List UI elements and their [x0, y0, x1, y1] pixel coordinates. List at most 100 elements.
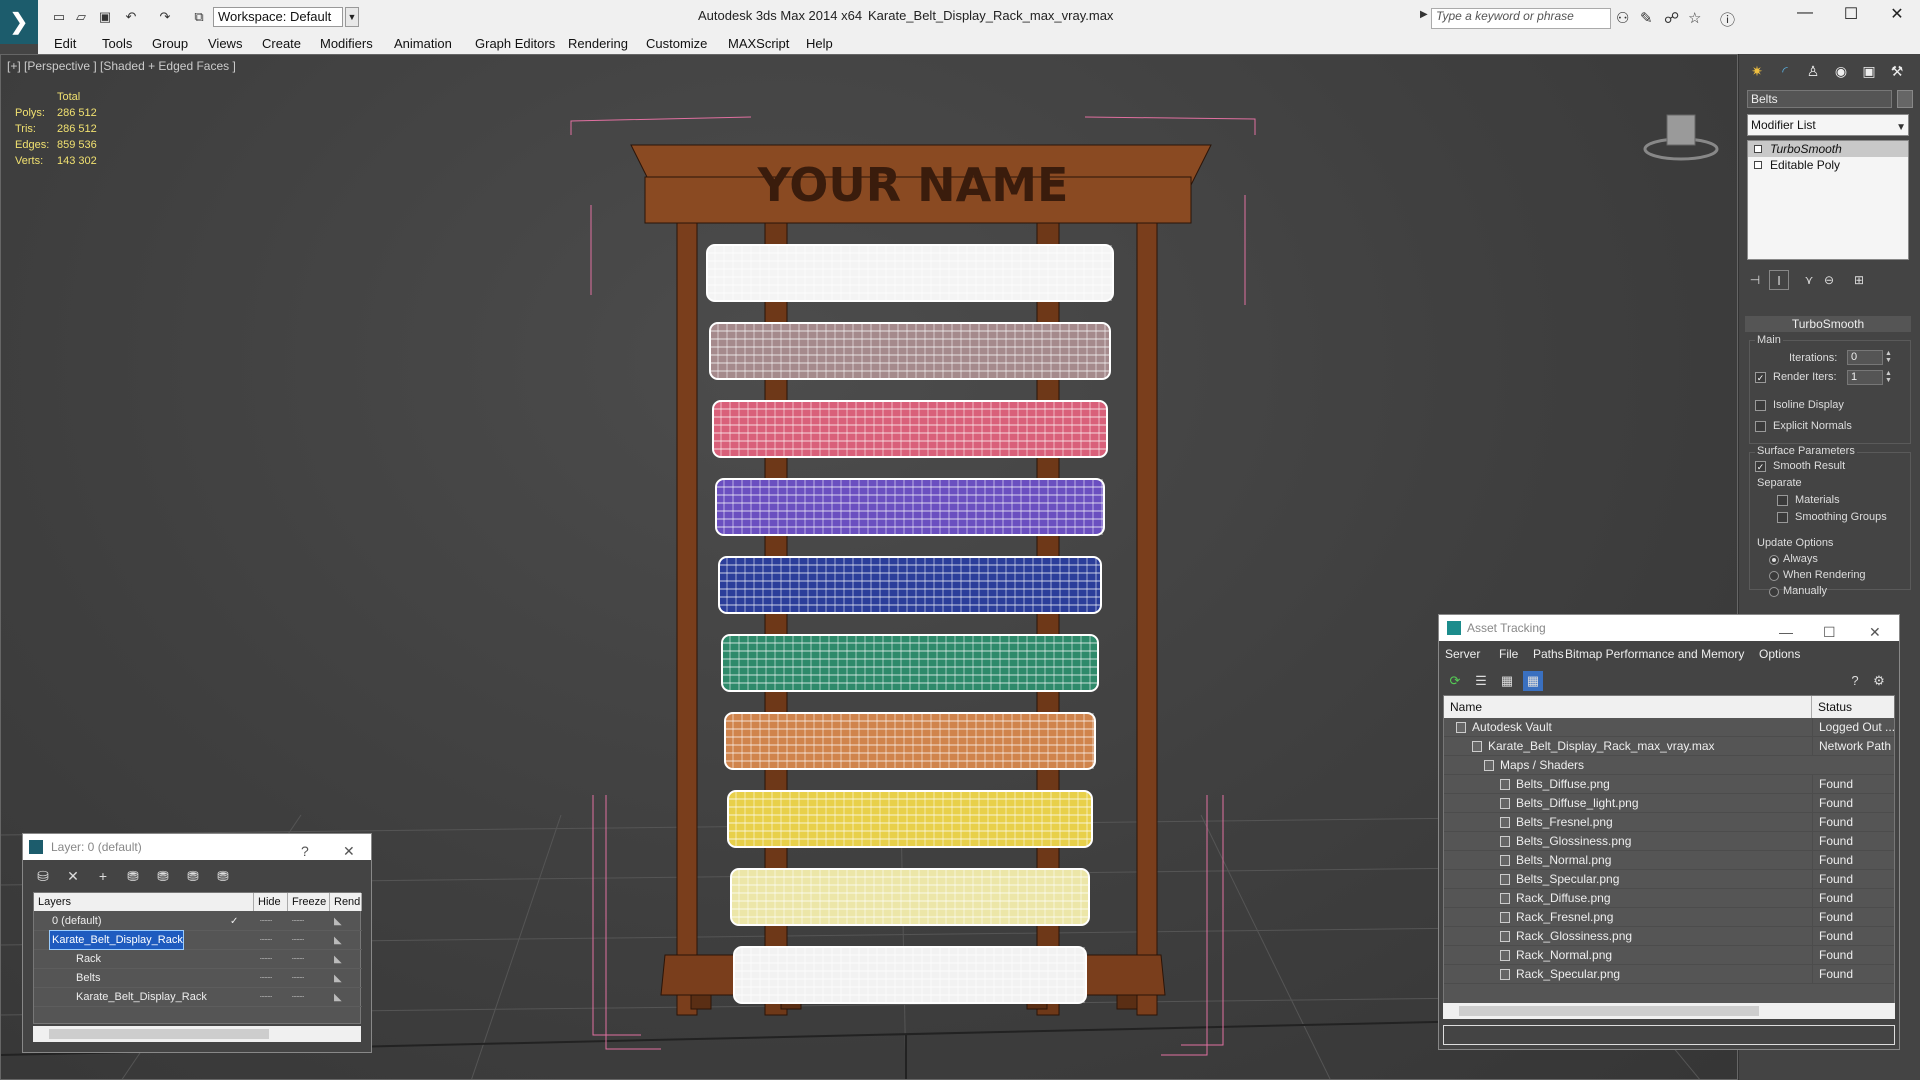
menu-create[interactable]: Create	[256, 34, 307, 54]
workspace-dropdown[interactable]: Workspace: Default	[213, 7, 343, 27]
show-end-result-icon[interactable]: Ⅰ	[1769, 270, 1789, 290]
layer-row[interactable]: 0 (default) ┈┈ ┈┈ ◣ ✓	[34, 912, 362, 931]
current-layer-check-icon[interactable]: ✓	[230, 912, 238, 931]
delete-layer-icon[interactable]: ✕	[63, 866, 83, 886]
hide-toggle[interactable]: ┈┈	[260, 988, 272, 1007]
refresh-icon[interactable]: ⟳	[1445, 671, 1465, 691]
thumbnail-view-icon[interactable]: ▦	[1497, 671, 1517, 691]
col-status[interactable]: Status	[1812, 696, 1894, 718]
stack-item-turbosmooth[interactable]: TurboSmooth	[1748, 141, 1908, 157]
asset-row[interactable]: Rack_Glossiness.png Found	[1444, 927, 1894, 946]
settings-icon[interactable]: ⚙	[1869, 671, 1889, 691]
expand-plus-icon[interactable]	[1754, 161, 1762, 169]
undo-icon[interactable]: ↶	[122, 9, 140, 25]
spinner-arrows-icon[interactable]: ▲ ▼	[1885, 370, 1895, 385]
asset-menu-options[interactable]: Options	[1759, 645, 1800, 663]
render-iters-checkbox[interactable]: ✓	[1755, 372, 1766, 383]
render-toggle-icon[interactable]: ◣	[334, 912, 342, 931]
layer-row[interactable]: Belts ┈┈ ┈┈ ◣	[34, 969, 362, 988]
asset-scrollbar[interactable]	[1443, 1003, 1895, 1019]
col-layers[interactable]: Layers	[34, 893, 254, 911]
minimize-icon[interactable]: —	[1779, 619, 1793, 645]
save-icon[interactable]: ▣	[96, 9, 114, 25]
close-icon[interactable]: ✕	[1882, 4, 1912, 24]
viewport-label[interactable]: [+] [Perspective ] [Shaded + Edged Faces…	[7, 59, 236, 73]
freeze-toggle[interactable]: ┈┈	[292, 950, 304, 969]
asset-row[interactable]: Rack_Normal.png Found	[1444, 946, 1894, 965]
menu-views[interactable]: Views	[202, 34, 248, 54]
layer-row[interactable]: Rack ┈┈ ┈┈ ◣	[34, 950, 362, 969]
asset-row[interactable]: Belts_Normal.png Found	[1444, 851, 1894, 870]
expand-arrow-icon[interactable]: ▶	[1420, 9, 1428, 20]
configure-sets-icon[interactable]: ⊞	[1849, 270, 1869, 290]
asset-row[interactable]: Maps / Shaders	[1444, 756, 1894, 775]
layer-name[interactable]: Rack	[74, 950, 101, 968]
col-render[interactable]: Rend	[330, 893, 362, 911]
menu-modifiers[interactable]: Modifiers	[314, 34, 379, 54]
rollout-turbosmooth[interactable]: TurboSmooth	[1745, 316, 1911, 332]
render-iters-spinner[interactable]: 1	[1847, 370, 1883, 385]
object-name-field[interactable]: Belts	[1747, 90, 1892, 108]
isoline-checkbox[interactable]	[1755, 400, 1766, 411]
asset-row[interactable]: Belts_Diffuse.png Found	[1444, 775, 1894, 794]
highlight-layer-icon[interactable]: ⛃	[153, 866, 173, 886]
col-name[interactable]: Name	[1444, 696, 1812, 718]
freeze-all-layers-icon[interactable]: ⛃	[213, 866, 233, 886]
modify-tab-icon[interactable]: ◜	[1773, 60, 1797, 82]
materials-checkbox[interactable]	[1777, 495, 1788, 506]
menu-edit[interactable]: Edit	[48, 34, 82, 54]
lightbulb-icon[interactable]	[1754, 145, 1762, 153]
modifier-stack[interactable]: TurboSmooth Editable Poly	[1747, 140, 1909, 260]
menu-customize[interactable]: Customize	[640, 34, 713, 54]
freeze-toggle[interactable]: ┈┈	[292, 988, 304, 1007]
layer-name[interactable]: 0 (default)	[50, 912, 102, 930]
manually-radio[interactable]	[1769, 587, 1779, 597]
pin-stack-icon[interactable]: ⊣	[1745, 270, 1765, 290]
asset-row[interactable]: Belts_Specular.png Found	[1444, 870, 1894, 889]
asset-row[interactable]: Belts_Glossiness.png Found	[1444, 832, 1894, 851]
help-button[interactable]: ?	[301, 838, 309, 864]
layer-row[interactable]: Karate_Belt_Display_Rack ┈┈ ┈┈ ◣	[34, 988, 362, 1007]
open-file-icon[interactable]: ▱	[72, 9, 90, 25]
close-icon[interactable]: ✕	[343, 838, 355, 864]
make-unique-icon[interactable]: ⋎	[1799, 270, 1819, 290]
layer-name[interactable]: Karate_Belt_Display_Rack	[49, 930, 184, 950]
freeze-toggle[interactable]: ┈┈	[292, 969, 304, 988]
add-selection-icon[interactable]: +	[93, 866, 113, 886]
favorites-star-icon[interactable]: ☆	[1688, 9, 1701, 27]
layer-name[interactable]: Belts	[74, 969, 100, 987]
asset-menu-file[interactable]: File	[1499, 645, 1518, 663]
asset-row[interactable]: Karate_Belt_Display_Rack_max_vray.max Net…	[1444, 737, 1894, 756]
smooth-result-checkbox[interactable]: ✓	[1755, 461, 1766, 472]
layer-tool-icon[interactable]: ⛁	[33, 866, 53, 886]
freeze-toggle[interactable]: ┈┈	[292, 931, 304, 950]
asset-menu-server[interactable]: Server	[1445, 645, 1480, 663]
create-tab-icon[interactable]: ✷	[1745, 60, 1769, 82]
modifier-list-dropdown[interactable]: Modifier List ▼	[1747, 114, 1909, 136]
col-hide[interactable]: Hide	[254, 893, 288, 911]
subscription-icon[interactable]: ☍	[1664, 9, 1679, 27]
layer-scrollbar[interactable]	[33, 1026, 361, 1042]
smoothing-groups-checkbox[interactable]	[1777, 512, 1788, 523]
select-objects-icon[interactable]: ⛃	[123, 866, 143, 886]
motion-tab-icon[interactable]: ◉	[1829, 60, 1853, 82]
menu-graph-editors[interactable]: Graph Editors	[469, 34, 561, 54]
hide-toggle[interactable]: ┈┈	[260, 912, 272, 931]
iterations-spinner[interactable]: 0	[1847, 350, 1883, 365]
asset-menu-paths[interactable]: Paths	[1533, 645, 1564, 663]
explicit-normals-checkbox[interactable]	[1755, 421, 1766, 432]
redo-icon[interactable]: ↷	[156, 9, 174, 25]
table-view-icon[interactable]: ▦	[1523, 671, 1543, 691]
hide-toggle[interactable]: ┈┈	[260, 969, 272, 988]
asset-row[interactable]: Autodesk Vault Logged Out ...	[1444, 718, 1894, 737]
new-file-icon[interactable]: ▭	[50, 9, 68, 25]
asset-menu-bitmap[interactable]: Bitmap Performance and Memory	[1565, 645, 1744, 663]
object-color-swatch[interactable]	[1897, 90, 1913, 108]
always-radio[interactable]	[1769, 555, 1779, 565]
app-logo-icon[interactable]: ❯	[0, 0, 38, 44]
menu-animation[interactable]: Animation	[388, 34, 458, 54]
help-icon[interactable]: ⓘ	[1720, 9, 1735, 30]
freeze-toggle[interactable]: ┈┈	[292, 912, 304, 931]
render-toggle-icon[interactable]: ◣	[334, 950, 342, 969]
search-input[interactable]: Type a keyword or phrase	[1431, 8, 1611, 29]
